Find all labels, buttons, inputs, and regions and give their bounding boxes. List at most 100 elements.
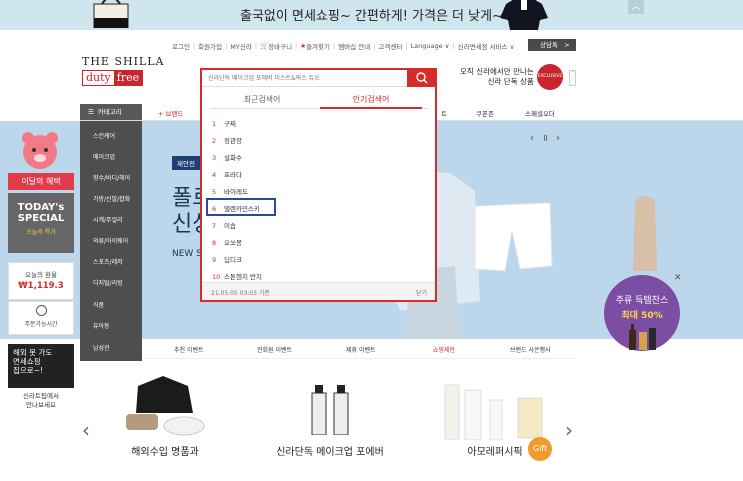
overseas-shopping-banner[interactable]: 해외 못 가도 면세쇼핑 집으로~! bbox=[8, 344, 74, 388]
search-input[interactable] bbox=[202, 70, 407, 87]
util-services[interactable]: 신라면세점 서비스 ∨ bbox=[458, 41, 515, 51]
category-watches[interactable]: 시계/주얼리 bbox=[93, 215, 123, 224]
close-icon[interactable]: ✕ bbox=[674, 273, 682, 283]
order-hours-label: 주문가능시간 bbox=[24, 321, 58, 328]
pause-icon[interactable]: ॥ bbox=[542, 133, 556, 144]
tab-popular-searches[interactable]: 인기검색어 bbox=[320, 94, 422, 105]
exchange-rate[interactable]: 오늘의 환율 ₩1,119.3 bbox=[8, 262, 74, 300]
abroad-line1: 해외 못 가도 bbox=[13, 348, 53, 357]
monthly-benefits[interactable]: 이달의 혜택 bbox=[8, 173, 74, 190]
keyword-rank: 4 bbox=[212, 171, 217, 179]
today-special[interactable]: TODAY's SPECIAL 오늘의 특가 bbox=[8, 193, 74, 253]
exchange-rate-label: 오늘의 환율 bbox=[25, 271, 57, 279]
top-promo-banner[interactable]: 출국없이 면세쇼핑~ 간편하게! 가격은 더 낮게~ ︿ bbox=[0, 0, 743, 30]
product-name-amorepacific[interactable]: 아모레퍼시픽 bbox=[410, 443, 580, 458]
chevron-right-icon[interactable]: › bbox=[565, 418, 573, 442]
keyword-rank: 1 bbox=[212, 120, 217, 128]
gnb-item-special-order[interactable]: 스페셜오더 bbox=[525, 108, 555, 118]
category-skincare[interactable]: 스킨케어 bbox=[93, 131, 115, 140]
chevron-left-icon[interactable]: ‹ bbox=[82, 418, 90, 442]
keyword-text: 바이레도 bbox=[224, 188, 248, 196]
keyword-text: 스톤헨지 반지 bbox=[224, 273, 262, 281]
category-men[interactable]: 남성관 bbox=[93, 343, 110, 352]
header-promo-line1: 오직 신라에서만 만나는 bbox=[460, 67, 534, 76]
category-kids[interactable]: 유아동 bbox=[93, 321, 110, 330]
hero-tag: 제안전 bbox=[172, 156, 200, 170]
product-name-luxury[interactable]: 해외수입 명품과 bbox=[80, 443, 250, 458]
tab-active-indicator bbox=[320, 107, 422, 109]
keyword-item[interactable]: 3 설화수 bbox=[212, 152, 242, 162]
exchange-rate-value: ₩1,119.3 bbox=[18, 281, 64, 291]
logo-duty: duty bbox=[86, 71, 111, 84]
keyword-text: 델렌카민스키 bbox=[224, 205, 260, 213]
order-hours[interactable]: 주문가능시간 bbox=[8, 301, 74, 335]
keyword-item[interactable]: 9 딥디크 bbox=[212, 254, 242, 264]
event-tabs: 추천 이벤트 전회원 이벤트 제휴 이벤트 쇼핑제안 브랜드 사은행사 bbox=[142, 339, 575, 359]
category-button[interactable]: ☰ 카테고리 bbox=[80, 104, 142, 120]
product-name-makeup-forever[interactable]: 신라단독 메이크업 포에버 bbox=[245, 443, 415, 458]
keyword-item[interactable]: 5 바이레도 bbox=[212, 186, 248, 196]
util-my-shilla[interactable]: MY신라 bbox=[230, 41, 252, 51]
search-button[interactable] bbox=[407, 69, 437, 87]
util-login[interactable]: 로그인 bbox=[172, 41, 190, 51]
logo-the-shilla[interactable]: THE SHILLA bbox=[82, 55, 164, 68]
category-digital[interactable]: 디지털/리빙 bbox=[93, 278, 123, 287]
category-perfume[interactable]: 향수/바디/헤어 bbox=[93, 173, 130, 182]
keyword-text: 프라다 bbox=[224, 171, 242, 179]
chevron-up-icon[interactable]: ︿ bbox=[628, 0, 644, 14]
gnb-brand[interactable]: + 브랜드 bbox=[158, 108, 183, 118]
keyword-text: 이솝 bbox=[224, 222, 236, 230]
keyword-item[interactable]: 7 이솝 bbox=[212, 220, 236, 230]
keyword-item[interactable]: 2 정관장 bbox=[212, 135, 242, 145]
product-image-amorepacific bbox=[444, 384, 543, 440]
consult-talk-button[interactable]: 상담톡 > bbox=[528, 39, 576, 51]
keyword-item[interactable]: 1 구찌 bbox=[212, 118, 236, 128]
logo-free: free bbox=[113, 71, 143, 85]
hero-carousel-controls[interactable]: ‹॥› bbox=[530, 130, 568, 144]
category-bags[interactable]: 가방/신발/잡화 bbox=[93, 194, 130, 203]
util-cart[interactable]: 장바구니 bbox=[268, 41, 292, 51]
logo-duty-free[interactable]: duty free bbox=[82, 70, 144, 86]
keyword-rank: 10 bbox=[212, 273, 221, 281]
search-panel: 최근검색어 인기검색어 1 구찌 2 정관장 3 설화수 4 프라다 5 바이레도 6 델렌… bbox=[200, 68, 437, 302]
util-language[interactable]: Language ∨ bbox=[411, 42, 450, 50]
header-promo[interactable]: 오직 신라에서만 만나는 신라 단독 상품 bbox=[460, 67, 534, 87]
tab-shopping-proposal[interactable]: 쇼핑제안 bbox=[433, 345, 455, 354]
consult-talk-label: 상담톡 bbox=[540, 41, 558, 49]
tab-partner-event[interactable]: 제휴 이벤트 bbox=[346, 345, 376, 354]
header-promo-arrows[interactable]: ˄ ˅ bbox=[569, 70, 576, 86]
search-close-button[interactable]: 닫기 bbox=[416, 288, 427, 297]
trip-line2: 만나보세요 bbox=[26, 401, 56, 409]
keyword-text: 오쏘몽 bbox=[224, 239, 242, 247]
abroad-line3: 집으로~! bbox=[13, 366, 43, 375]
util-customer-center[interactable]: 고객센터 bbox=[378, 41, 402, 51]
util-favorites[interactable]: 즐겨찾기 bbox=[306, 41, 330, 51]
shilla-trip-link[interactable]: 신라트립에서 만나보세요 bbox=[8, 392, 74, 410]
tab-recommended-event[interactable]: 추천 이벤트 bbox=[174, 345, 204, 354]
gnb-item-event[interactable]: 트 bbox=[441, 108, 447, 118]
gnb-item-coupon[interactable]: 쿠폰존 bbox=[476, 108, 494, 118]
category-food[interactable]: 식품 bbox=[93, 300, 104, 309]
product-image-makeup-forever bbox=[311, 385, 349, 435]
util-signup[interactable]: 회원가입 bbox=[198, 41, 222, 51]
next-icon[interactable]: › bbox=[556, 133, 568, 144]
tab-recent-searches[interactable]: 최근검색어 bbox=[212, 94, 312, 105]
shirt-image bbox=[500, 0, 548, 30]
util-membership[interactable]: 멤버십 안내 bbox=[338, 41, 370, 51]
category-makeup[interactable]: 메이크업 bbox=[93, 152, 115, 161]
keyword-item[interactable]: 10 스톤헨지 반지 bbox=[212, 271, 262, 281]
category-sports[interactable]: 스포츠/레저 bbox=[93, 257, 123, 266]
category-button-label: 카테고리 bbox=[97, 108, 122, 116]
keyword-item[interactable]: 4 프라다 bbox=[212, 169, 242, 179]
tab-all-member-event[interactable]: 전회원 이벤트 bbox=[257, 345, 292, 354]
category-apparel[interactable]: 의류/아이웨어 bbox=[93, 236, 128, 245]
keyword-item[interactable]: 8 오쏘몽 bbox=[212, 237, 242, 247]
header-promo-line2: 신라 단독 상품 bbox=[487, 77, 534, 86]
prev-icon[interactable]: ‹ bbox=[530, 133, 542, 144]
hero-hand-image bbox=[633, 196, 657, 271]
clock-icon bbox=[35, 305, 47, 316]
keyword-rank: 8 bbox=[212, 239, 217, 247]
keyword-text: 구찌 bbox=[224, 120, 236, 128]
tab-brand-gift[interactable]: 브랜드 사은행사 bbox=[510, 345, 551, 354]
keyword-item[interactable]: 6 델렌카민스키 bbox=[212, 203, 260, 213]
